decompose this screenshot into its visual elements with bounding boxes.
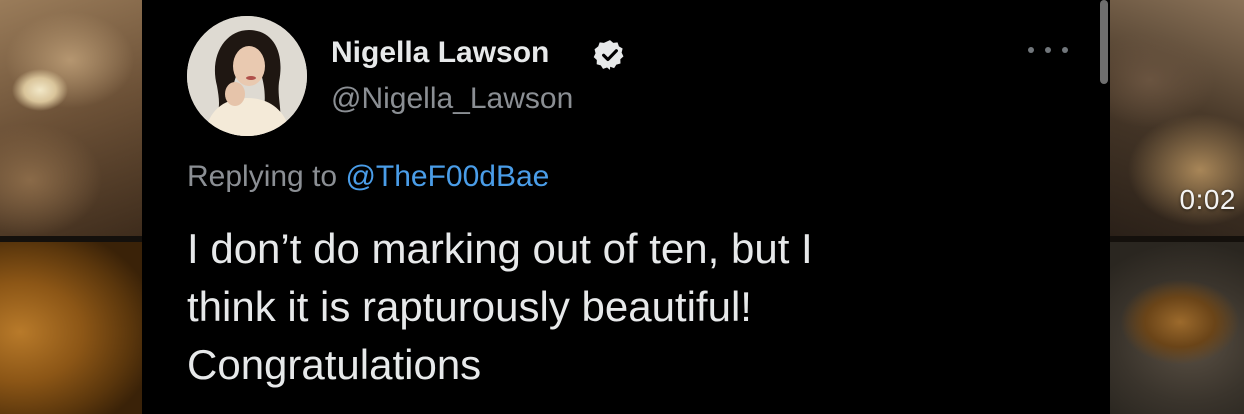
avatar-photo	[187, 16, 307, 136]
dot	[1045, 47, 1051, 53]
replying-to-line: Replying to @TheF00dBae	[187, 160, 549, 194]
scrollbar-thumb[interactable]	[1100, 0, 1108, 84]
author-display-name[interactable]: Nigella Lawson	[331, 36, 549, 70]
replying-to-label: Replying to	[187, 160, 338, 193]
dot	[1062, 47, 1068, 53]
more-options-icon[interactable]	[1028, 40, 1068, 60]
author-avatar[interactable]	[187, 16, 307, 136]
author-handle[interactable]: @Nigella_Lawson	[331, 82, 573, 116]
video-duration-label: 0:02	[1179, 184, 1236, 215]
media-tile-bottom-left[interactable]	[0, 242, 142, 414]
tweet-text-line: I don’t do marking out of ten, but I	[187, 225, 813, 272]
dot	[1028, 47, 1034, 53]
media-tile-top-right[interactable]: 0:02	[1110, 0, 1244, 236]
media-tile-bottom-right[interactable]	[1110, 242, 1244, 414]
replying-to-mention-link[interactable]: @TheF00dBae	[345, 160, 549, 193]
tweet-text: I don’t do marking out of ten, but I thi…	[187, 220, 1087, 394]
media-tile-top-left[interactable]	[0, 0, 142, 236]
verified-badge-icon	[593, 38, 627, 72]
tweet-text-line: think it is rapturously beautiful!	[187, 283, 752, 330]
tweet-text-line: Congratulations	[187, 341, 482, 388]
